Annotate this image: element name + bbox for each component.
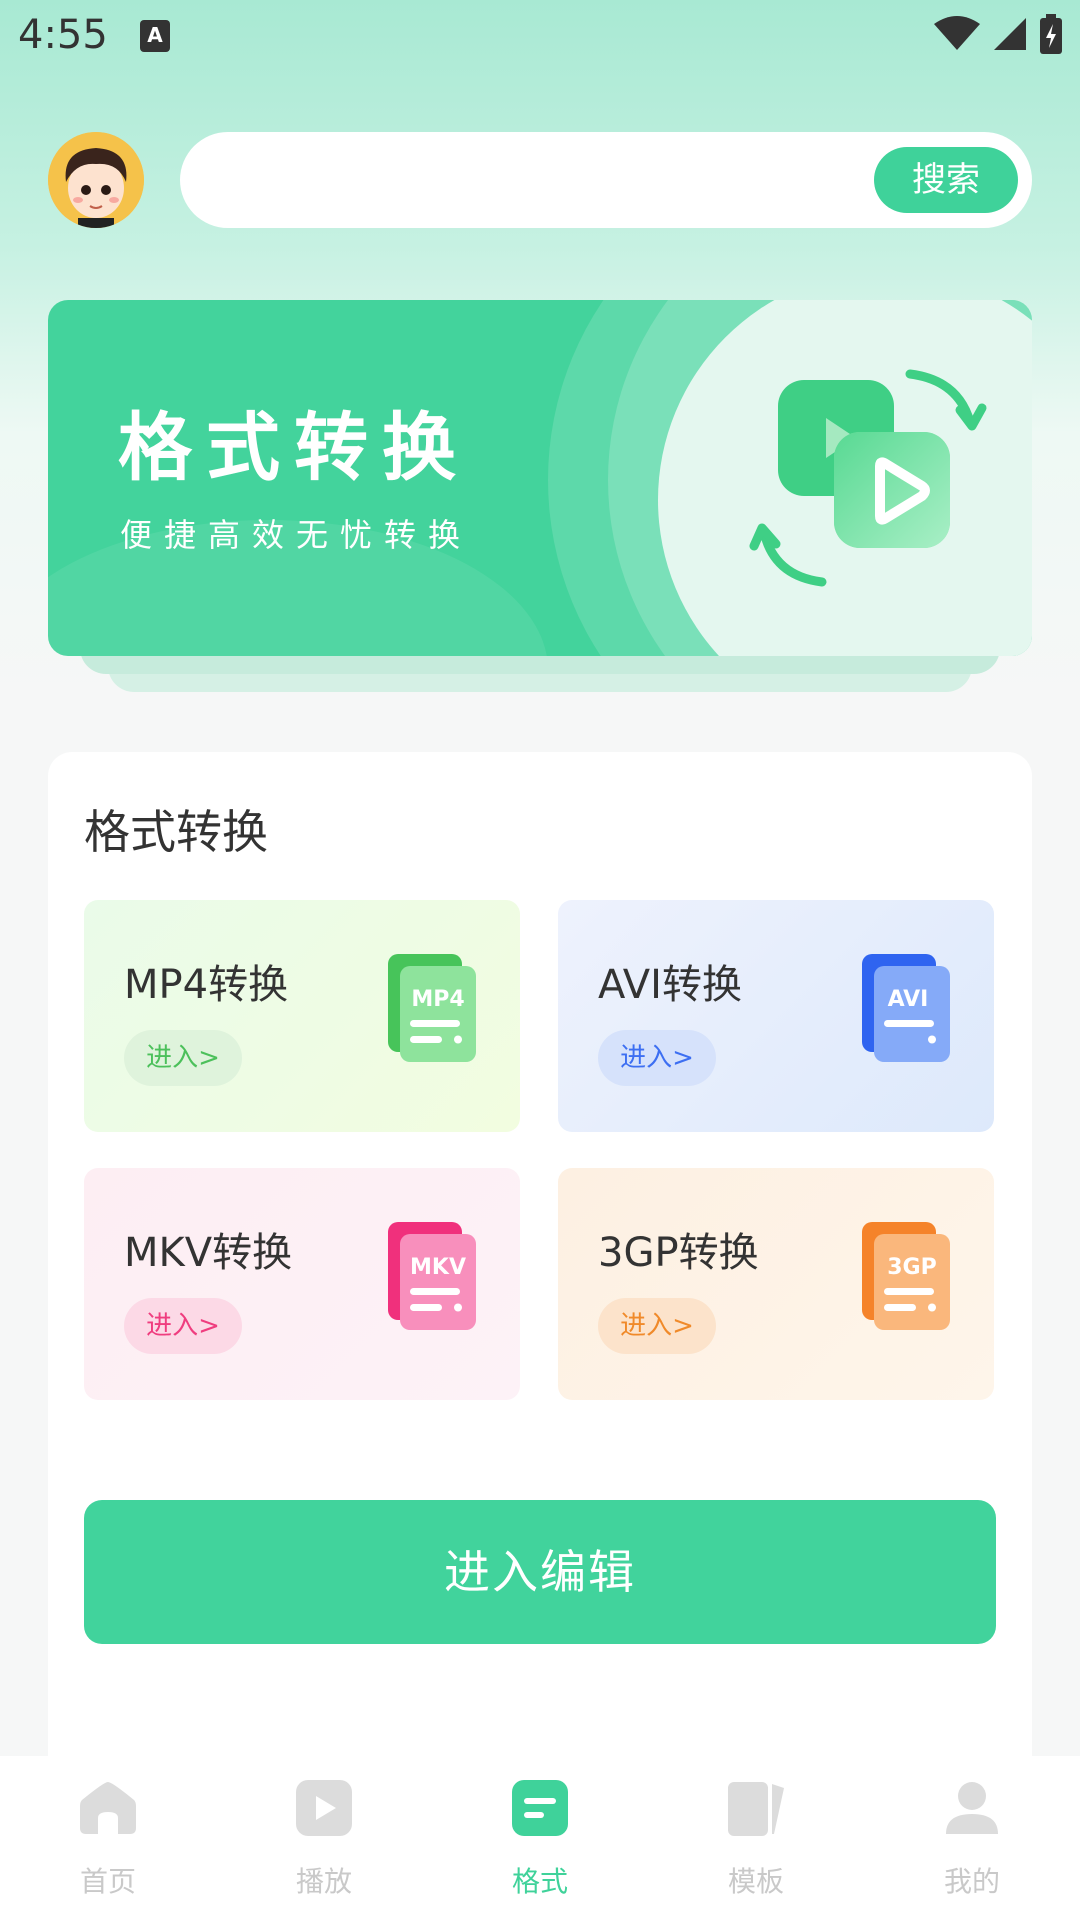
3gp-icon-text: 3GP <box>887 1255 937 1280</box>
avatar[interactable] <box>48 132 144 228</box>
avi-file-icon: AVI <box>862 954 950 1062</box>
mp4-enter-button[interactable]: 进入> <box>124 1030 242 1086</box>
battery-icon <box>1040 14 1062 54</box>
template-icon <box>728 1782 784 1836</box>
tab-play[interactable]: 播放 <box>216 1756 432 1920</box>
tab-label: 我的 <box>943 1865 1000 1898</box>
status-bar: 4:55 A <box>0 0 1080 72</box>
tab-home[interactable]: 首页 <box>0 1756 216 1920</box>
video-convert-icon <box>749 369 987 587</box>
banner-subtitle: 便捷高效无忧转换 <box>120 516 473 554</box>
signal-icon <box>994 18 1026 50</box>
avi-enter-button[interactable]: 进入> <box>598 1030 716 1086</box>
notification-icon: A <box>140 20 170 52</box>
avi-icon-text: AVI <box>888 987 929 1012</box>
tile-label: AVI转换 <box>598 962 742 1008</box>
mp4-icon-text: MP4 <box>411 987 464 1012</box>
status-time: 4:55 <box>18 12 108 58</box>
tile-label: MP4转换 <box>124 962 289 1008</box>
mp4-convert-tile[interactable]: MP4转换 进入> MP4 <box>84 900 520 1132</box>
tile-label: 3GP转换 <box>598 1230 759 1276</box>
section-title: 格式转换 <box>84 805 268 859</box>
mkv-file-icon: MKV <box>388 1222 476 1330</box>
3gp-convert-tile[interactable]: 3GP转换 进入> 3GP <box>558 1168 994 1400</box>
tab-label: 格式 <box>511 1865 568 1898</box>
3gp-file-icon: 3GP <box>862 1222 950 1330</box>
mkv-icon-text: MKV <box>410 1255 466 1280</box>
tab-format[interactable]: 格式 <box>432 1756 648 1920</box>
wifi-icon <box>934 16 980 50</box>
enter-edit-button[interactable]: 进入编辑 <box>84 1500 996 1644</box>
avi-convert-tile[interactable]: AVI转换 进入> AVI <box>558 900 994 1132</box>
tab-label: 播放 <box>295 1865 352 1898</box>
tab-label: 模板 <box>727 1865 784 1898</box>
bottom-tab-bar: 首页 播放 格式 模板 我的 <box>0 1756 1080 1920</box>
profile-icon <box>946 1782 998 1834</box>
format-convert-banner[interactable]: 格式转换 便捷高效无忧转换 <box>48 300 1032 656</box>
tab-profile[interactable]: 我的 <box>864 1756 1080 1920</box>
tab-label: 首页 <box>79 1865 136 1898</box>
search-input[interactable] <box>210 152 850 208</box>
banner-title: 格式转换 <box>118 405 470 491</box>
avatar-image <box>48 132 144 228</box>
search-bar: 搜索 <box>180 132 1032 228</box>
status-icons <box>934 14 1062 54</box>
tab-template[interactable]: 模板 <box>648 1756 864 1920</box>
3gp-enter-button[interactable]: 进入> <box>598 1298 716 1354</box>
tile-label: MKV转换 <box>124 1230 293 1276</box>
play-icon <box>296 1780 352 1836</box>
mp4-file-icon: MP4 <box>388 954 476 1062</box>
home-icon <box>80 1782 136 1834</box>
mkv-convert-tile[interactable]: MKV转换 进入> MKV <box>84 1168 520 1400</box>
search-button[interactable]: 搜索 <box>874 147 1018 213</box>
mkv-enter-button[interactable]: 进入> <box>124 1298 242 1354</box>
format-convert-card: 格式转换 MP4转换 进入> MP4 AVI转换 进入> AVI MKV转换 进… <box>48 752 1032 1872</box>
format-icon <box>512 1780 568 1836</box>
